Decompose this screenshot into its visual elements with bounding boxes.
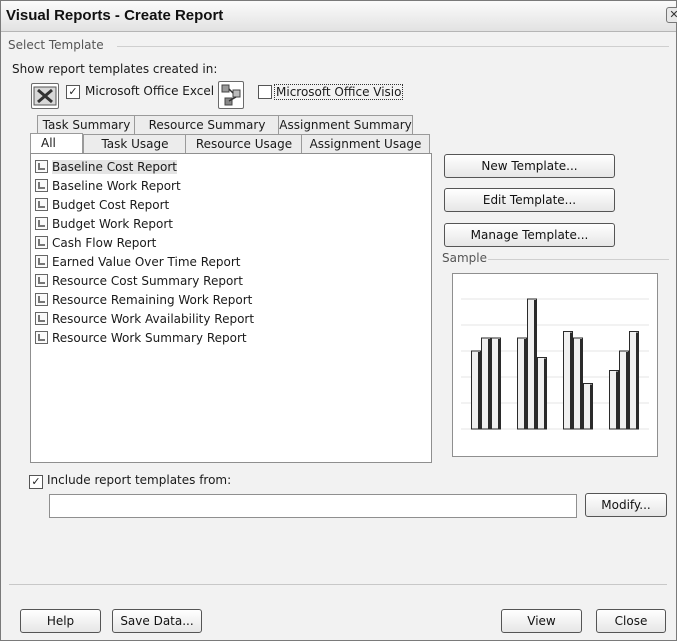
manage-template-button[interactable]: Manage Template...	[444, 223, 615, 247]
list-item[interactable]: Budget Work Report	[35, 215, 173, 233]
excel-label[interactable]: Microsoft Office Excel	[85, 84, 214, 98]
report-icon	[35, 255, 48, 268]
group-divider	[117, 46, 669, 47]
report-icon	[35, 274, 48, 287]
list-item[interactable]: Baseline Work Report	[35, 177, 181, 195]
report-icon	[35, 236, 48, 249]
report-icon	[35, 217, 48, 230]
tab-all[interactable]: All	[30, 133, 83, 153]
report-list[interactable]: Baseline Cost Report Baseline Work Repor…	[30, 153, 432, 463]
list-item[interactable]: Cash Flow Report	[35, 234, 156, 252]
create-report-dialog: Visual Reports - Create Report ✕ Select …	[0, 0, 677, 641]
report-icon	[35, 293, 48, 306]
include-label[interactable]: Include report templates from:	[47, 473, 231, 487]
tab-task-summary[interactable]: Task Summary	[37, 115, 136, 134]
list-item[interactable]: Resource Work Availability Report	[35, 310, 254, 328]
modify-button[interactable]: Modify...	[585, 493, 667, 517]
report-icon	[35, 331, 48, 344]
show-templates-label: Show report templates created in:	[12, 62, 218, 76]
report-icon	[35, 312, 48, 325]
list-item[interactable]: Resource Remaining Work Report	[35, 291, 252, 309]
list-item[interactable]: Resource Cost Summary Report	[35, 272, 243, 290]
visio-icon	[218, 81, 244, 109]
sample-preview	[452, 273, 658, 457]
list-item[interactable]: Earned Value Over Time Report	[35, 253, 240, 271]
list-item[interactable]: Resource Work Summary Report	[35, 329, 247, 347]
visio-label[interactable]: Microsoft Office Visio	[274, 84, 404, 100]
new-template-button[interactable]: New Template...	[444, 154, 615, 178]
view-button[interactable]: View	[501, 609, 582, 633]
group-divider	[488, 259, 669, 260]
list-item[interactable]: Budget Cost Report	[35, 196, 169, 214]
excel-icon	[31, 83, 59, 109]
footer-divider	[9, 584, 667, 585]
window-title: Visual Reports - Create Report	[6, 7, 224, 24]
tab-resource-summary[interactable]: Resource Summary	[134, 115, 280, 134]
report-icon	[35, 179, 48, 192]
template-path-input[interactable]	[49, 494, 577, 518]
tab-resource-usage[interactable]: Resource Usage	[185, 134, 303, 153]
close-icon[interactable]: ✕	[666, 7, 677, 23]
sample-label: Sample	[442, 251, 487, 265]
tab-assignment-usage[interactable]: Assignment Usage	[301, 134, 430, 153]
report-icon	[35, 198, 48, 211]
help-button[interactable]: Help	[20, 609, 101, 633]
title-bar: Visual Reports - Create Report ✕	[1, 1, 677, 32]
list-item[interactable]: Baseline Cost Report	[35, 158, 177, 176]
close-button[interactable]: Close	[596, 609, 666, 633]
excel-checkbox[interactable]: ✓	[66, 85, 80, 99]
tab-assignment-summary[interactable]: Assignment Summary	[278, 115, 413, 134]
edit-template-button[interactable]: Edit Template...	[444, 188, 615, 212]
include-checkbox[interactable]: ✓	[29, 475, 43, 489]
tab-task-usage[interactable]: Task Usage	[83, 134, 187, 153]
save-data-button[interactable]: Save Data...	[112, 609, 202, 633]
select-template-group-label: Select Template	[8, 38, 104, 52]
visio-checkbox[interactable]	[258, 85, 272, 99]
report-icon	[35, 160, 48, 173]
sample-chart	[461, 298, 649, 430]
